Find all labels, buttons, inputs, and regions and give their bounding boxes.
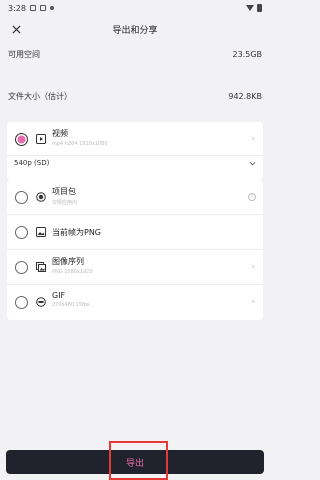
notification-icon xyxy=(29,5,36,11)
option-label: GIF xyxy=(52,291,66,300)
info-icon[interactable]: i xyxy=(248,193,256,201)
radio-project-package[interactable] xyxy=(15,190,28,204)
notification-dot-icon xyxy=(49,6,54,10)
option-sub: 仅限应用内 xyxy=(52,200,78,206)
resolution-select[interactable]: 540p (SD) xyxy=(7,155,263,171)
notification-icon xyxy=(39,5,46,11)
file-size-label: 文件大小（估计） xyxy=(8,91,72,101)
resolution-value: 540p (SD) xyxy=(14,159,50,167)
play-icon xyxy=(36,134,46,144)
option-label: 项目包 xyxy=(52,187,76,196)
close-button[interactable] xyxy=(6,19,26,39)
chevron-right-icon: › xyxy=(251,134,255,144)
close-icon xyxy=(11,24,21,34)
radio-video[interactable] xyxy=(15,132,28,146)
battery-icon xyxy=(257,4,262,12)
file-size-value: 942.8KB xyxy=(228,91,262,101)
option-label: 图像序列 xyxy=(52,257,84,266)
available-space-row: 可用空间 23.5GB xyxy=(0,48,270,60)
option-sub: 270x480 15fps xyxy=(52,302,90,308)
status-bar: 3:28 xyxy=(0,0,270,16)
chevron-right-icon: › xyxy=(251,262,255,272)
format-options-card: 项目包 仅限应用内 i 当前帧为PNG 图像序列 PNG 1080x1920 › xyxy=(7,180,263,320)
wifi-icon xyxy=(246,5,254,11)
option-gif[interactable]: GIF 270x480 15fps › xyxy=(7,285,263,319)
page-title: 导出和分享 xyxy=(112,25,158,36)
option-sub: PNG 1080x1920 xyxy=(52,269,93,275)
chevron-down-icon xyxy=(249,161,256,165)
option-image-sequence[interactable]: 图像序列 PNG 1080x1920 › xyxy=(7,250,263,284)
export-button-label: 导出 xyxy=(125,458,144,469)
video-option-card: 视频 mp4 h264 1920x1080 › xyxy=(7,122,263,180)
package-icon xyxy=(36,192,46,202)
radio-png-frame[interactable] xyxy=(15,225,28,239)
status-time: 3:28 xyxy=(8,3,26,13)
image-icon xyxy=(36,227,46,237)
option-png-frame[interactable]: 当前帧为PNG xyxy=(7,215,263,249)
option-video[interactable]: 视频 mp4 h264 1920x1080 › xyxy=(7,122,263,156)
file-size-row: 文件大小（估计） 942.8KB xyxy=(0,90,270,102)
radio-image-sequence[interactable] xyxy=(15,260,28,274)
option-label: 当前帧为PNG xyxy=(52,228,102,237)
export-button[interactable]: 导出 xyxy=(6,450,264,474)
gif-icon xyxy=(36,297,46,307)
option-project-package[interactable]: 项目包 仅限应用内 i xyxy=(7,180,263,214)
header: 导出和分享 xyxy=(0,16,270,42)
chevron-right-icon: › xyxy=(251,297,255,307)
option-sub: mp4 h264 1920x1080 xyxy=(52,141,108,147)
available-space-label: 可用空间 xyxy=(8,49,40,59)
image-sequence-icon xyxy=(36,262,46,272)
available-space-value: 23.5GB xyxy=(232,49,263,59)
radio-gif[interactable] xyxy=(15,295,28,309)
option-label: 视频 xyxy=(52,129,68,138)
